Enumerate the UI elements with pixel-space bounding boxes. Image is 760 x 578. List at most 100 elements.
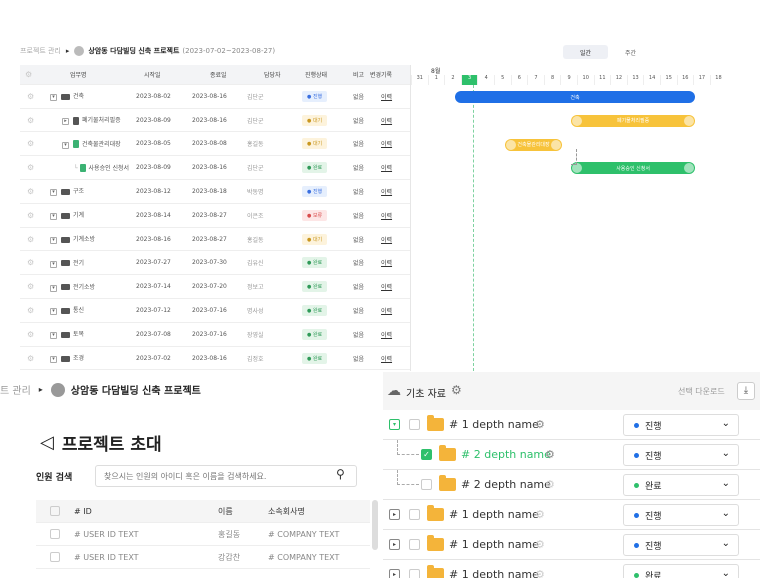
member-search-input[interactable]	[95, 465, 357, 487]
gantt-bar[interactable]: 폐기물처리필증	[571, 114, 696, 127]
history-link[interactable]: 이력	[381, 258, 392, 267]
table-scrollbar[interactable]	[372, 500, 378, 550]
drag-handle-icon[interactable]	[551, 139, 562, 150]
status-select[interactable]: 완료 ⌄	[623, 474, 739, 496]
gantt-bar[interactable]: 건축물관리대장	[504, 138, 563, 151]
history-link[interactable]: 이력	[381, 282, 392, 291]
row-settings-icon[interactable]: ⚙	[27, 92, 34, 101]
gear-icon[interactable]: ⚙	[535, 568, 545, 578]
row-checkbox[interactable]	[409, 569, 420, 578]
collapse-toggle-icon[interactable]: ▾	[389, 419, 400, 430]
collapse-toggle-icon[interactable]: ▾	[50, 189, 57, 197]
status-select[interactable]: 완료 ⌄	[623, 564, 739, 578]
history-link[interactable]: 이력	[381, 330, 392, 339]
table-row[interactable]: ⚙ ▾ 전기 2023-07-27 2023-07-30 김유신 ● 완료 없음 이력	[20, 252, 410, 276]
view-day-button[interactable]: 일간	[563, 45, 608, 59]
expand-toggle-icon[interactable]: ▸	[62, 118, 69, 126]
row-settings-icon[interactable]: ⚙	[27, 282, 34, 291]
today-line	[473, 85, 474, 371]
table-row[interactable]: ⚙ ▾ 구조 2023-08-12 2023-08-18 박동명 ● 진행 없음 이력	[20, 180, 410, 204]
row-settings-icon[interactable]: ⚙	[27, 211, 34, 220]
gear-icon[interactable]: ⚙	[535, 538, 545, 551]
row-checkbox[interactable]	[50, 529, 60, 539]
history-link[interactable]: 이력	[381, 139, 392, 148]
table-row[interactable]: ⚙ ▸ 폐기물처리필증 2023-08-09 2023-08-16 김단군 ● 대기 없음 이력	[20, 109, 410, 133]
tree-row[interactable]: ▸ # 1 depth name ⚙ 완료 ⌄	[383, 560, 760, 578]
expand-toggle-icon[interactable]: ▸	[389, 569, 400, 578]
gear-icon[interactable]: ⚙	[545, 448, 555, 461]
table-row[interactable]: ⚙ ▾ 건축 2023-08-02 2023-08-16 김단군 ● 진행 없음 이력	[20, 85, 410, 109]
table-row[interactable]: ⚙ └ 사용승인 신청서 2023-08-09 2023-08-16 김단군 ● 완료 없음…	[20, 156, 410, 180]
status-select[interactable]: 진행 ⌄	[623, 504, 739, 526]
row-checkbox[interactable]	[50, 552, 60, 562]
drag-handle-icon[interactable]	[684, 163, 695, 174]
collapse-toggle-icon[interactable]: ▾	[50, 94, 57, 102]
table-row[interactable]: ⚙ ▾ 토목 2023-07-08 2023-07-16 장영실 ● 완료 없음 이력	[20, 323, 410, 347]
gantt-bar[interactable]: 건축	[454, 91, 696, 103]
drag-handle-icon[interactable]	[684, 115, 695, 126]
table-row[interactable]: ⚙ ▾ 통신 2023-07-12 2023-07-16 명사성 ● 완료 없음 이력	[20, 299, 410, 323]
expand-toggle-icon[interactable]: ▸	[389, 539, 400, 550]
gear-icon[interactable]: ⚙	[535, 418, 545, 431]
row-checkbox[interactable]: ✓	[421, 449, 432, 460]
gear-icon[interactable]: ⚙	[451, 383, 462, 397]
status-select[interactable]: 진행 ⌄	[623, 534, 739, 556]
history-link[interactable]: 이력	[381, 306, 392, 315]
collapse-toggle-icon[interactable]: ▾	[50, 356, 57, 364]
view-week-button[interactable]: 주간	[608, 45, 653, 59]
row-checkbox[interactable]	[421, 479, 432, 490]
select-all-checkbox[interactable]	[50, 506, 60, 516]
collapse-toggle-icon[interactable]: ▾	[50, 260, 57, 268]
tree-row[interactable]: ▸ # 1 depth name ⚙ 진행 ⌄	[383, 530, 760, 560]
history-link[interactable]: 이력	[381, 163, 392, 172]
collapse-toggle-icon[interactable]: ▾	[50, 213, 57, 221]
row-settings-icon[interactable]: ⚙	[27, 354, 34, 363]
status-select[interactable]: 진행 ⌄	[623, 414, 739, 436]
row-checkbox[interactable]	[409, 539, 420, 550]
table-row[interactable]: ⚙ ▾ 조경 2023-07-02 2023-08-16 김정호 ● 완료 없음 이력	[20, 347, 410, 371]
collapse-toggle-icon[interactable]: ▾	[50, 332, 57, 340]
row-checkbox[interactable]	[409, 419, 420, 430]
table-row[interactable]: ⚙ ▾ 기계소방 2023-08-16 2023-08-27 홍길동 ● 대기 없음 이력	[20, 228, 410, 252]
tree-row[interactable]: ▾ # 1 depth name ⚙ 진행 ⌄	[383, 410, 760, 440]
tree-row[interactable]: ▸ # 1 depth name ⚙ 진행 ⌄	[383, 500, 760, 530]
collapse-toggle-icon[interactable]: ▾	[50, 308, 57, 316]
history-link[interactable]: 이력	[381, 211, 392, 220]
history-link[interactable]: 이력	[381, 116, 392, 125]
row-settings-icon[interactable]: ⚙	[27, 235, 34, 244]
row-settings-icon[interactable]: ⚙	[27, 139, 34, 148]
tree-row[interactable]: ✓ # 2 depth name ⚙ 진행 ⌄	[383, 440, 760, 470]
settings-gear-icon[interactable]: ⚙	[25, 70, 32, 79]
expand-toggle-icon[interactable]: ▸	[389, 509, 400, 520]
row-settings-icon[interactable]: ⚙	[27, 258, 34, 267]
drag-handle-icon[interactable]	[505, 139, 516, 150]
history-link[interactable]: 이력	[381, 354, 392, 363]
table-row[interactable]: # USER ID TEXT 강감찬 # COMPANY TEXT	[36, 546, 370, 569]
row-settings-icon[interactable]: ⚙	[27, 306, 34, 315]
row-settings-icon[interactable]: ⚙	[27, 330, 34, 339]
row-checkbox[interactable]	[409, 509, 420, 520]
tree-row[interactable]: # 2 depth name ⚙ 완료 ⌄	[383, 470, 760, 500]
search-icon[interactable]: ⚲	[336, 467, 345, 481]
status-select[interactable]: 진행 ⌄	[623, 444, 739, 466]
table-row[interactable]: ⚙ ▾ 건축물관리대장 2023-08-05 2023-08-08 홍길동 ● 대기 없음 이력	[20, 133, 410, 157]
drag-handle-icon[interactable]	[572, 115, 582, 126]
collapse-toggle-icon[interactable]: ▾	[50, 237, 57, 245]
breadcrumb-root[interactable]: 프로젝트 관리	[20, 46, 61, 56]
row-settings-icon[interactable]: ⚙	[27, 163, 34, 172]
gear-icon[interactable]: ⚙	[535, 508, 545, 521]
history-link[interactable]: 이력	[381, 187, 392, 196]
table-row[interactable]: ⚙ ▾ 전기소방 2023-07-14 2023-07-20 정보고 ● 완료 없음 이력	[20, 275, 410, 299]
download-icon[interactable]: ⤓	[737, 382, 755, 400]
gear-icon[interactable]: ⚙	[545, 478, 555, 491]
invite-breadcrumb-root[interactable]: 트 관리	[0, 382, 31, 397]
row-settings-icon[interactable]: ⚙	[27, 116, 34, 125]
row-settings-icon[interactable]: ⚙	[27, 187, 34, 196]
collapse-toggle-icon[interactable]: ▾	[50, 284, 57, 292]
history-link[interactable]: 이력	[381, 235, 392, 244]
history-link[interactable]: 이력	[381, 92, 392, 101]
gantt-bar[interactable]: 사용승인 신청서	[571, 162, 696, 175]
table-row[interactable]: ⚙ ▾ 기계 2023-08-14 2023-08-27 이은조 ● 보류 없음 이력	[20, 204, 410, 228]
table-row[interactable]: # USER ID TEXT 홍길동 # COMPANY TEXT	[36, 523, 370, 546]
collapse-toggle-icon[interactable]: ▾	[62, 141, 69, 149]
